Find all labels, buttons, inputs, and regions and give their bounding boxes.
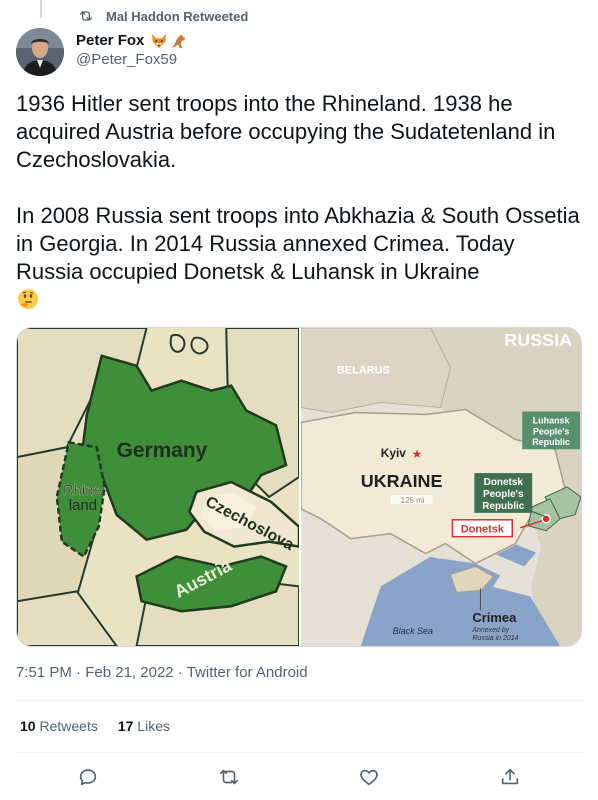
retweet-icon [80,11,92,21]
reply-icon [79,769,97,786]
like-icon [360,769,378,786]
author-name-text: Peter Fox [76,32,145,49]
share-icon [501,768,519,785]
map-label-rhineland: land [69,497,97,514]
thread-line [40,0,42,18]
tweet-date: Feb 21, 2022 [85,664,174,681]
author-name[interactable]: Peter Fox [76,32,188,49]
tweet-source[interactable]: Twitter for Android [187,664,308,681]
map-label-black-sea: Black Sea [393,626,433,636]
tweet-actions [16,762,582,792]
tweet-paragraph-text: In 2008 Russia sent troops into Abkhazia… [16,203,580,284]
map-label-donetsk-pr: Republic [482,501,524,512]
divider [16,700,582,701]
tweet-media[interactable]: Germany Rhine land Czechoslova Austria R… [16,327,582,647]
retweets-count: 10 [20,718,36,734]
divider [16,752,582,753]
map-label-donetsk-pr: Donetsk [484,477,524,488]
map-label-luhansk: Republic [532,437,570,447]
likes-count: 17 [117,718,134,734]
thinking-face-emoji [18,289,38,309]
map-label-donetsk: Donetsk [461,524,505,536]
map-label-ukraine: UKRAINE [361,471,443,491]
reply-button[interactable] [77,766,99,788]
map-label-kyiv: Kyiv [381,446,407,460]
tweet-timestamp[interactable]: 7:51 PM · Feb 21, 2022 · Twitter for And… [16,664,308,681]
map-label-crimea-note: Russia in 2014 [472,635,518,642]
retweet-context[interactable]: Mal Haddon Retweeted [78,8,248,24]
likes-label: Likes [137,718,170,734]
retweet-context-label: Mal Haddon Retweeted [106,8,249,24]
map-label-luhansk: People's [533,426,569,436]
map-label-germany: Germany [117,439,208,462]
separator: · [177,664,183,681]
share-button[interactable] [499,766,521,788]
map-label-crimea-note: Annexed by [471,627,509,634]
fox-emoji [152,33,167,48]
map-label-crimea: Crimea [472,610,517,625]
separator: · [76,664,82,681]
tweet-paragraph: 1936 Hitler sent troops into the Rhinela… [16,91,556,172]
like-button[interactable] [358,766,380,788]
map-label-russia: RUSSIA [504,330,572,350]
map-label-donetsk-pr: People's [483,489,524,500]
tweet-paragraph: In 2008 Russia sent troops into Abkhazia… [16,202,582,314]
tweet-author: Peter Fox @Peter_Fox59 [16,28,188,76]
capital-star-icon: ★ [412,447,423,461]
retweets-stat[interactable]: 10 Retweets [20,718,98,734]
tweet-body: 1936 Hitler sent troops into the Rhinela… [16,90,582,314]
likes-stat[interactable]: 17 Likes [118,718,170,734]
avatar[interactable] [16,28,64,76]
retweet-button[interactable] [218,766,240,788]
map-ukraine-2022[interactable]: RUSSIA BELARUS Kyiv ★ UKRAINE 125 mi Luh… [301,328,581,646]
map-label-belarus: BELARUS [337,365,390,377]
map-europe-1938[interactable]: Germany Rhine land Czechoslova Austria [17,328,299,646]
retweets-label: Retweets [39,718,98,734]
tweet-stats: 10 Retweets 17 Likes [20,718,170,734]
tweet-time: 7:51 PM [16,664,72,681]
retweet-icon [219,769,239,785]
map-label-luhansk: Luhansk [533,415,570,425]
kangaroo-emoji [171,34,186,48]
map-scale-label: 125 mi [401,496,425,505]
author-handle[interactable]: @Peter_Fox59 [76,51,188,68]
